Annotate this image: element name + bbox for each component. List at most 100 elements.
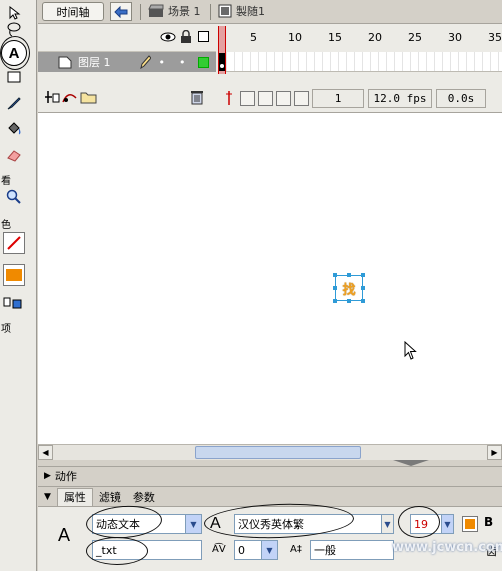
scroll-right-button[interactable]: ▶ [487,445,502,460]
selection-handle[interactable] [333,273,337,277]
instance-name-input[interactable]: _txt [92,540,202,560]
stroke-color-icon [7,236,21,250]
frame-rate-display[interactable]: 12.0 fps [368,88,432,108]
selection-handle[interactable] [361,286,365,290]
center-frame-icon[interactable] [224,90,234,106]
outline-toggle-icon[interactable] [198,31,209,42]
swap-colors-icon [3,297,22,309]
insert-folder-icon[interactable] [80,89,98,104]
breadcrumb-symbol[interactable]: 製随1 [218,3,265,19]
tab-parameters[interactable]: 参数 [127,488,161,506]
eye-icon[interactable] [160,32,176,42]
bold-button[interactable]: B [484,515,493,529]
selection-handle[interactable] [361,273,365,277]
scroll-left-button[interactable]: ◀ [38,445,53,460]
brush-icon [7,97,21,110]
stage[interactable]: 找 [38,112,502,444]
scroll-thumb[interactable] [195,446,361,459]
edit-multiple-frames-icon[interactable] [276,90,291,106]
fill-color-swatch[interactable] [3,264,25,286]
tab-properties[interactable]: 属性 [56,487,93,506]
dynamic-text-field[interactable]: 找 [333,273,365,303]
selection-handle[interactable] [333,286,337,290]
frame-number: 15 [328,31,342,44]
swap-colors-button[interactable] [2,292,24,314]
brush-tool[interactable] [3,92,25,114]
options-section-label: 项 [1,324,11,335]
selection-handle[interactable] [347,273,351,277]
timeline-tab-label: 时间轴 [56,5,90,19]
chevron-down-icon: ▼ [381,515,393,533]
back-button[interactable] [110,2,132,21]
rectangle-tool[interactable] [3,66,25,88]
actions-panel-title: 动作 [54,469,77,483]
text-color-swatch[interactable] [462,516,478,532]
timeline-toggle-button[interactable]: 时间轴 [42,2,104,21]
collapse-triangle-icon[interactable]: ▼ [44,492,51,502]
character-position-select[interactable]: 一般 [310,540,394,560]
selection-handle[interactable] [361,299,365,303]
eraser-icon [7,150,21,162]
site-watermark: www.jcwcn.com [392,540,502,555]
separator [140,4,141,20]
letter-spacing-stepper[interactable]: 0 ▼ [234,540,278,560]
character-position-value: 一般 [314,544,336,557]
frame-number: 20 [368,31,382,44]
onion-skin-outline-icon[interactable] [258,90,273,106]
modify-onion-markers-icon[interactable] [294,90,309,106]
visibility-dot-icon[interactable]: • [159,56,166,69]
stroke-color-swatch[interactable] [3,232,25,254]
tab-filters[interactable]: 滤镜 [93,488,127,506]
font-family-select[interactable]: 汉仪秀英体繁 ▼ [234,514,394,534]
frame-ruler[interactable]: 1 5 10 15 20 25 30 35 [218,26,502,48]
frame-number: 10 [288,31,302,44]
keyframe[interactable] [219,53,225,71]
font-icon: A [210,515,221,532]
layer-header [38,24,216,52]
text-field-content: 找 [342,282,356,298]
paint-bucket-tool[interactable] [3,118,25,140]
keyframe-dot-icon [220,64,224,68]
letter-spacing-value: 0 [238,543,245,557]
add-motion-guide-icon[interactable] [62,90,78,104]
triangle-left-icon: ◀ [42,448,49,457]
text-type-select[interactable]: 动态文本 ▼ [92,514,202,534]
text-tool-icon: A [8,44,20,62]
onion-skin-icon[interactable] [240,90,255,106]
pencil-icon [139,55,151,69]
insert-layer-icon[interactable] [44,90,60,104]
layer-tools [38,84,216,112]
lasso-tool[interactable] [3,18,25,40]
breadcrumb-scene[interactable]: 场景 1 [148,3,201,19]
timeline-panel: 图层 1 • • 1 5 10 15 20 25 30 35 1 12.0 f [38,24,502,112]
trash-icon[interactable] [190,89,204,105]
selection-handle[interactable] [347,299,351,303]
stage-horizontal-scrollbar[interactable]: ◀ ▶ [38,444,502,460]
font-size-value: 19 [414,517,428,531]
selection-handle[interactable] [333,299,337,303]
letter-spacing-icon: A͡V [212,544,226,555]
eraser-tool[interactable] [3,144,25,166]
tab-filters-label: 滤镜 [98,490,121,504]
layer-row[interactable]: 图层 1 • • [38,52,216,72]
lock-dot-icon[interactable]: • [179,56,186,69]
layer-outline-color-icon[interactable] [197,56,209,68]
view-section-label: 看 [1,176,11,187]
character-position-icon: A‡ [290,544,302,555]
text-tool[interactable]: A [1,40,27,66]
lock-icon[interactable] [180,30,192,43]
lasso-icon [7,22,21,37]
frame-number: 5 [250,31,257,44]
font-family-value: 汉仪秀英体繁 [238,518,304,531]
mouse-cursor-icon [404,341,417,360]
layer-page-icon [58,56,72,68]
expand-triangle-icon[interactable]: ▶ [44,471,51,481]
elapsed-time-value: 0.0s [447,91,475,105]
breadcrumb-scene-label: 场景 1 [168,5,201,18]
instance-name-value: _txt [96,543,117,557]
actions-panel-header[interactable]: ▶ 动作 [38,466,502,484]
movieclip-symbol-icon [218,4,232,18]
frames-track[interactable] [218,52,502,72]
zoom-tool[interactable] [3,186,25,208]
font-size-stepper[interactable]: 19 ▼ [410,514,454,534]
